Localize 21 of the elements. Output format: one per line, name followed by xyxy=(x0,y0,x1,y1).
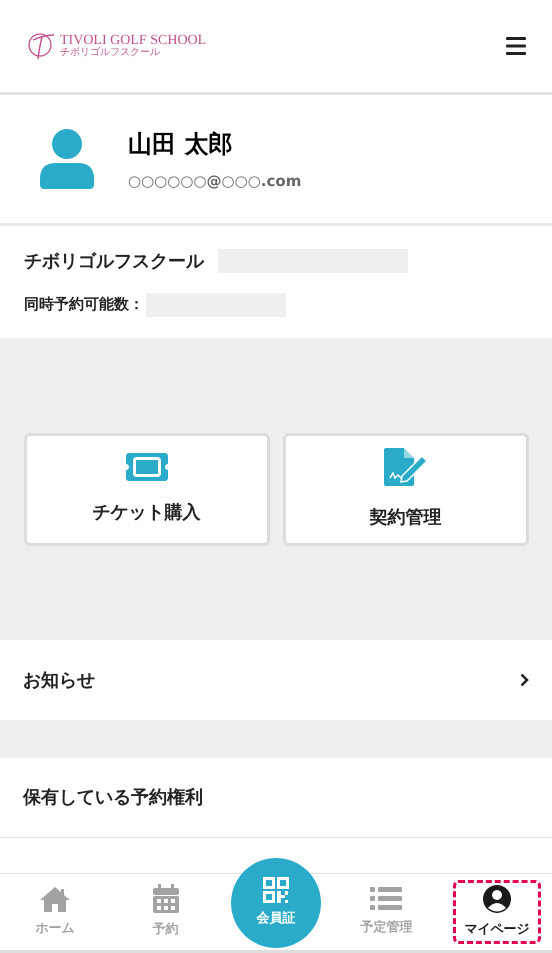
logo-subtitle: チボリゴルフスクール xyxy=(60,48,161,58)
logo-icon xyxy=(26,31,56,61)
calendar-icon xyxy=(152,884,180,914)
home-icon xyxy=(38,885,72,914)
list-icon xyxy=(370,886,402,912)
signed-document-icon xyxy=(384,448,428,486)
section-title: 保有している予約権利 xyxy=(23,786,203,810)
school-name: チボリゴルフスクール xyxy=(24,250,204,274)
concurrent-reservations-label: 同時予約可能数： xyxy=(24,294,144,316)
user-name: 山田 太郎 xyxy=(128,128,234,160)
avatar-icon xyxy=(40,129,94,189)
ticket-icon xyxy=(126,452,168,480)
nav-tab[interactable]: マイページ xyxy=(452,880,541,944)
user-email: ○○○○○○@○○○.com xyxy=(128,170,302,192)
qr-code-icon xyxy=(262,877,289,904)
action-card[interactable]: チケット購入 xyxy=(24,432,270,546)
action-card[interactable]: 契約管理 xyxy=(282,432,528,546)
menu-icon[interactable] xyxy=(506,37,526,55)
chevron-right-icon xyxy=(520,673,529,687)
user-icon xyxy=(482,884,512,914)
logo-title: TIVOLI GOLF SCHOOL xyxy=(60,34,206,48)
